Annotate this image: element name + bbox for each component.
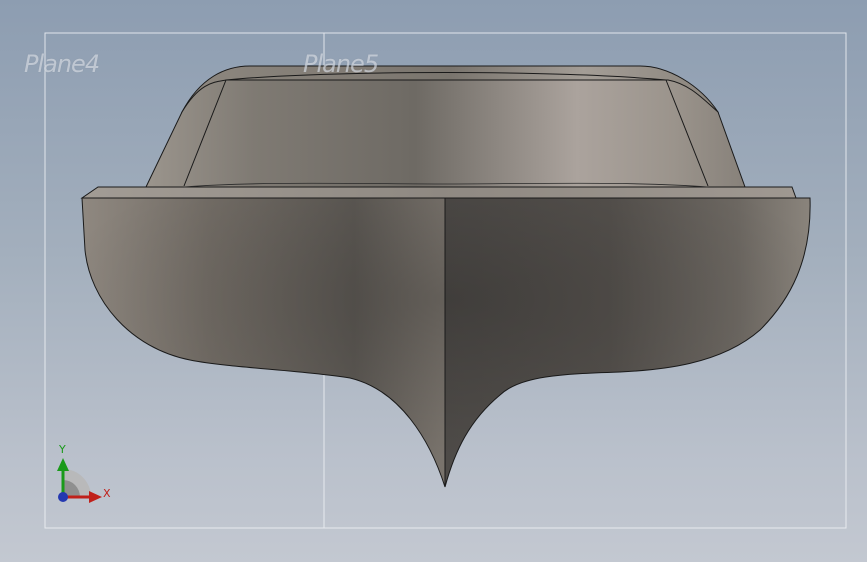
cabin-front-face [145, 79, 746, 188]
plane-label-left[interactable]: Plane4 [24, 50, 100, 78]
triad-x-arrow-icon [89, 491, 102, 503]
coordinate-triad [57, 458, 102, 503]
deck-rim-face [80, 186, 797, 199]
graphics-viewport[interactable]: Plane4 Plane5 Y X [0, 0, 867, 562]
triad-y-arrow-icon [57, 458, 69, 471]
model-scene[interactable] [0, 0, 867, 562]
triad-z-origin-icon [58, 492, 68, 502]
plane-label-center[interactable]: Plane5 [303, 50, 379, 78]
hull[interactable] [81, 197, 811, 488]
triad-y-label: Y [59, 443, 66, 456]
hull-shading [82, 198, 811, 487]
triad-x-label: X [103, 487, 111, 500]
cabin[interactable] [145, 65, 746, 188]
